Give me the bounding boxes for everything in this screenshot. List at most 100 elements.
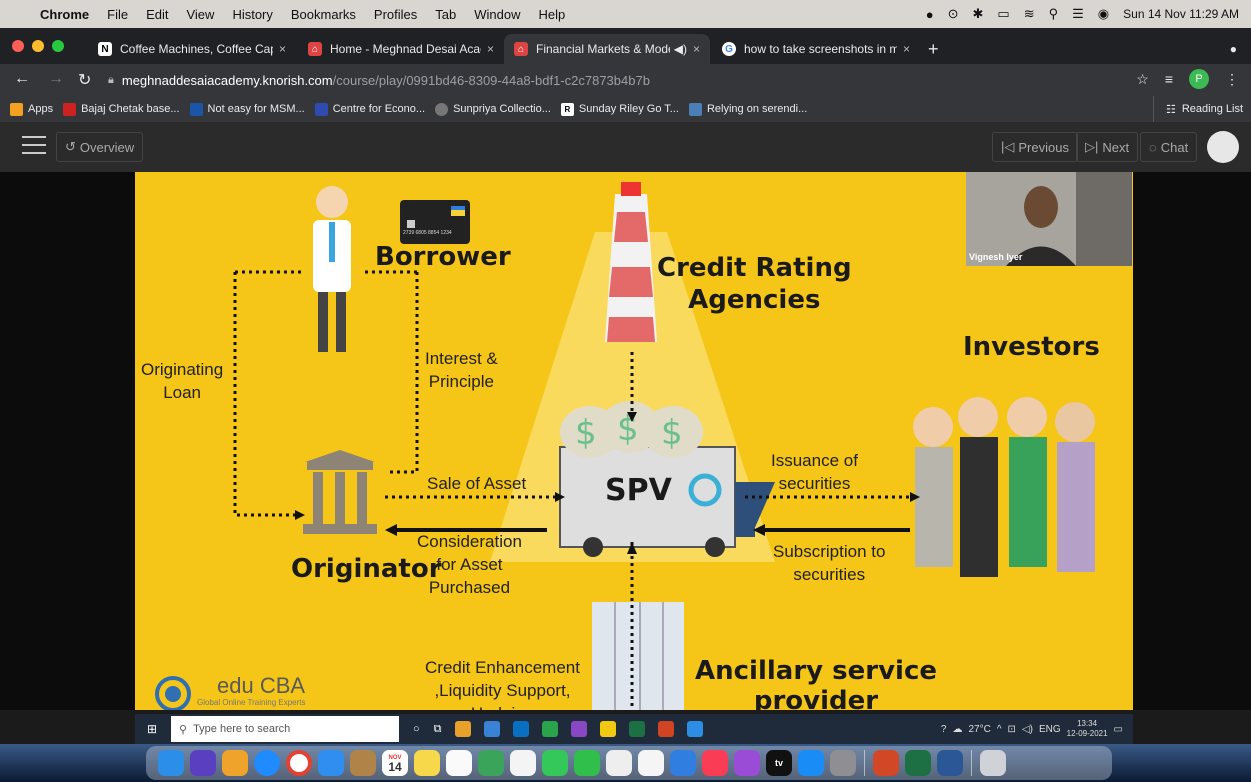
windows-start-icon[interactable]: ⊞ — [147, 722, 157, 736]
powerpoint-taskbar-icon[interactable] — [657, 721, 674, 737]
menu-bookmarks[interactable]: Bookmarks — [291, 7, 356, 22]
profile-avatar[interactable]: P — [1189, 69, 1209, 89]
contacts-icon[interactable] — [350, 750, 376, 776]
chrome-taskbar-icon[interactable] — [454, 721, 471, 737]
more-menu-icon[interactable]: ⋮ — [1225, 71, 1239, 88]
menu-icon[interactable] — [22, 136, 46, 160]
taskbar-search[interactable]: ⚲ Type here to search — [171, 716, 399, 742]
previous-button[interactable]: |◁ Previous — [992, 132, 1078, 162]
minimize-window-icon[interactable] — [32, 40, 44, 52]
powerbi-taskbar-icon[interactable] — [599, 721, 616, 737]
bookmark-centre[interactable]: Centre for Econo... — [314, 102, 425, 116]
close-window-icon[interactable] — [12, 40, 24, 52]
menu-edit[interactable]: Edit — [146, 7, 168, 22]
powerpoint-dock-icon[interactable] — [873, 750, 899, 776]
apple-tv-icon[interactable]: tv — [766, 750, 792, 776]
volume-icon[interactable]: ◁) — [1022, 724, 1033, 735]
calendar-icon[interactable]: NOV 14 — [382, 750, 408, 776]
siri-icon[interactable]: ◉ — [1098, 6, 1109, 22]
tab-search-icon[interactable]: ● — [1230, 42, 1237, 56]
bookmark-apps[interactable]: Apps — [10, 102, 53, 116]
menu-file[interactable]: File — [107, 7, 128, 22]
new-tab-button[interactable]: + — [928, 39, 939, 60]
reminders-icon[interactable] — [446, 750, 472, 776]
back-icon[interactable]: ← — [14, 70, 30, 88]
url-bar[interactable]: 🔒︎ meghnaddesaiacademy.knorish.com /cour… — [108, 70, 650, 90]
language-indicator[interactable]: ENG — [1039, 724, 1061, 735]
chat-button[interactable]: ◌ Chat — [1140, 132, 1198, 162]
messages-icon[interactable] — [542, 750, 568, 776]
taskbar-clock[interactable]: 13:34 12-09-2021 — [1067, 719, 1108, 739]
reading-list[interactable]: ☷ Reading List — [1152, 96, 1243, 122]
reload-icon[interactable]: ↻ — [78, 70, 91, 90]
keynote-icon[interactable] — [670, 750, 696, 776]
numbers-icon[interactable] — [638, 750, 664, 776]
zoom-taskbar-icon[interactable] — [686, 721, 703, 737]
trash-icon[interactable] — [980, 750, 1006, 776]
battery-icon[interactable]: ▭ — [997, 6, 1009, 22]
zoom-window-icon[interactable] — [52, 40, 64, 52]
tab-coffee-machines[interactable]: N Coffee Machines, Coffee Caps × — [88, 34, 296, 64]
forward-icon[interactable]: → — [48, 70, 64, 88]
cortana-icon[interactable]: ○ — [413, 723, 420, 735]
safari-icon[interactable] — [254, 750, 280, 776]
app-taskbar-icon[interactable] — [570, 721, 587, 737]
tab-financial-markets[interactable]: ⌂ Financial Markets & Modelli ◀) × — [504, 34, 710, 64]
maps-icon[interactable] — [478, 750, 504, 776]
mail-taskbar-icon[interactable] — [512, 721, 529, 737]
excel-taskbar-icon[interactable] — [628, 721, 645, 737]
system-preferences-icon[interactable] — [830, 750, 856, 776]
app-store-icon[interactable] — [798, 750, 824, 776]
clock[interactable]: Sun 14 Nov 11:29 AM — [1123, 7, 1239, 21]
photos-icon[interactable] — [510, 750, 536, 776]
spotlight-icon[interactable]: ⚲ — [1049, 6, 1059, 22]
menu-tab[interactable]: Tab — [435, 7, 456, 22]
lock-icon[interactable]: 🔒︎ — [108, 74, 114, 87]
wifi-icon[interactable]: ≋ — [1024, 6, 1035, 22]
close-tab-icon[interactable]: × — [279, 42, 286, 56]
close-tab-icon[interactable]: × — [903, 42, 910, 56]
menu-profiles[interactable]: Profiles — [374, 7, 417, 22]
task-view-icon[interactable]: ⧉ — [434, 723, 442, 736]
help-icon[interactable]: ? — [941, 724, 947, 735]
bluetooth-icon[interactable]: ✱ — [973, 6, 984, 22]
bookmark-serendipity[interactable]: Relying on serendi... — [688, 102, 807, 116]
menu-chrome[interactable]: Chrome — [40, 7, 89, 22]
notes-icon[interactable] — [414, 750, 440, 776]
mail-dock-icon[interactable] — [318, 750, 344, 776]
podcasts-icon[interactable] — [734, 750, 760, 776]
launchpad-icon[interactable] — [222, 750, 248, 776]
menu-help[interactable]: Help — [539, 7, 566, 22]
menu-window[interactable]: Window — [474, 7, 520, 22]
app-taskbar-icon[interactable] — [541, 721, 558, 737]
music-icon[interactable] — [702, 750, 728, 776]
explorer-taskbar-icon[interactable] — [483, 721, 500, 737]
menu-view[interactable]: View — [186, 7, 214, 22]
bookmark-sunpriya[interactable]: Sunpriya Collectio... — [435, 102, 551, 116]
close-tab-icon[interactable]: × — [693, 42, 700, 56]
bookmark-bajaj[interactable]: Bajaj Chetak base... — [63, 102, 180, 116]
tab-screenshots-search[interactable]: G how to take screenshots in ma × — [712, 34, 920, 64]
audio-playing-icon[interactable]: ◀) — [674, 42, 687, 56]
close-tab-icon[interactable]: × — [487, 42, 494, 56]
excel-dock-icon[interactable] — [905, 750, 931, 776]
menu-history[interactable]: History — [232, 7, 272, 22]
tray-chevron-icon[interactable]: ^ — [997, 724, 1002, 735]
play-icon[interactable]: ⊙ — [948, 6, 959, 22]
siri-dock-icon[interactable] — [190, 750, 216, 776]
tab-home-meghnad[interactable]: ⌂ Home - Meghnad Desai Acade × — [298, 34, 504, 64]
bookmark-msm[interactable]: Not easy for MSM... — [189, 102, 305, 116]
next-button[interactable]: ▷| Next — [1076, 132, 1139, 162]
bookmark-star-icon[interactable]: ☆ — [1136, 71, 1149, 88]
facetime-icon[interactable] — [574, 750, 600, 776]
user-avatar[interactable] — [1207, 131, 1239, 163]
notifications-icon[interactable]: ▭ — [1114, 724, 1123, 735]
media-controls-icon[interactable]: ≡ — [1165, 71, 1173, 87]
overview-button[interactable]: ↺ Overview — [56, 132, 144, 162]
bookmark-sunday-riley[interactable]: R Sunday Riley Go T... — [560, 102, 679, 116]
word-dock-icon[interactable] — [937, 750, 963, 776]
control-center-icon[interactable]: ☰ — [1072, 6, 1084, 22]
creative-cloud-icon[interactable]: ● — [926, 7, 934, 22]
finder-icon[interactable] — [158, 750, 184, 776]
network-icon[interactable]: ⊡ — [1008, 724, 1016, 735]
